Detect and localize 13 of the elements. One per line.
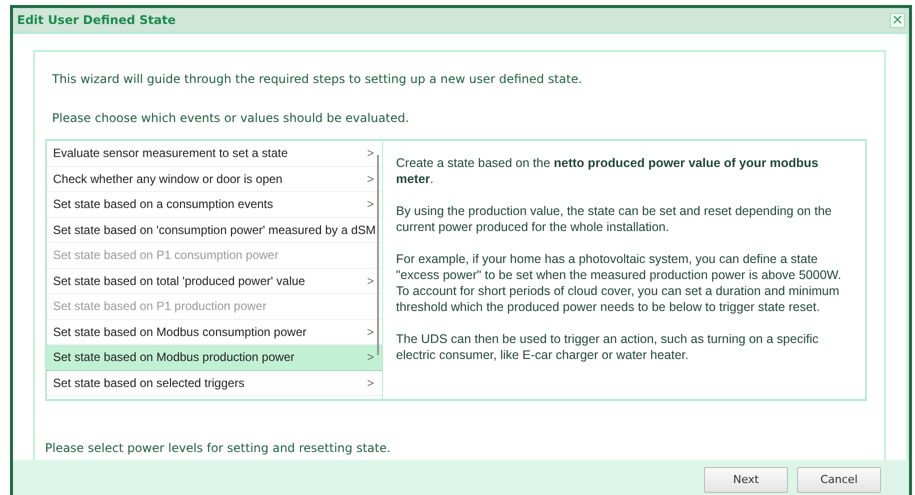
intro-text: This wizard will guide through the required steps to setting up a new user defined state.	[52, 71, 584, 88]
option-item[interactable]: Set state based on selected triggers >	[47, 370, 382, 396]
description-paragraph: For example, if your home has a photovoltaic system, you can define a state "excess power" to be set when the measured production power is above 5000W. To account for short periods of cloud cover, you can set a duration and minimum threshold which the produced power needs to be below to trigger state reset.	[396, 251, 842, 315]
next-step-text: Please select power levels for setting and resetting state.	[45, 440, 392, 457]
description-paragraph: Create a state based on the netto produced power value of your modbus meter.	[396, 155, 820, 187]
scrollbar[interactable]	[377, 155, 379, 355]
dialog-button[interactable]: Cancel	[797, 467, 881, 493]
description-paragraph: The UDS can then be used to trigger an action, such as turning on a specific electric consumer, like E-car charger or water heater.	[396, 331, 820, 363]
description-paragraph: By using the production value, the state can be set and reset depending on the current power produced for the whole installation.	[396, 203, 833, 235]
prompt-text: Please choose which events or values should be evaluated.	[52, 110, 410, 127]
option-item[interactable]: Set state based on Modbus production power >	[47, 345, 382, 370]
window-title: Edit User Defined State	[17, 12, 176, 29]
dialog-button[interactable]: Next	[704, 467, 788, 493]
